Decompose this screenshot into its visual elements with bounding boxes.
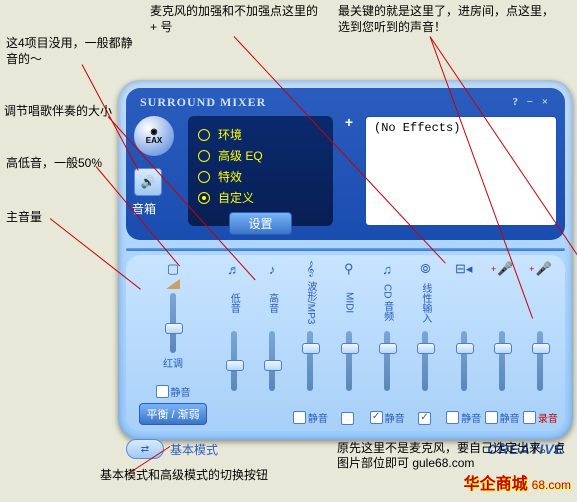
- slider-panel: ▢红调静音平衡 / 渐弱♬低音♪高音𝄞波形/MP3静音⚲MIDI♫CD 音频✓静…: [126, 255, 565, 431]
- mute-label: 静音: [385, 410, 405, 425]
- mute-checkbox[interactable]: ✓: [418, 412, 431, 425]
- channel-label: 红调: [163, 355, 183, 367]
- channel-label: CD 音频: [380, 279, 395, 327]
- channel-7: ⊟◂ 静音: [445, 261, 482, 425]
- channel-icon: ♬: [227, 261, 240, 277]
- channel-9: +🎤 录音: [522, 261, 559, 425]
- plus-icon[interactable]: +: [345, 114, 353, 130]
- mute-checkbox[interactable]: ✓: [370, 411, 383, 424]
- radio-adv-eq[interactable]: 高级 EQ: [198, 147, 323, 164]
- mute-label: 静音: [461, 410, 481, 425]
- window-title: SURROUND MIXER: [140, 95, 266, 110]
- annotation-mic-select: 原先这里不是麦克风，要自己选定出来。点图片部位即可 gule68.com: [337, 441, 567, 472]
- volume-slider[interactable]: [269, 331, 275, 391]
- annotation-key-rec: 最关键的就是这里了，进房间，点这里，选到您听到的声音！: [338, 4, 558, 35]
- channel-icon: ▢: [167, 261, 179, 277]
- channel-label: MIDI: [343, 279, 354, 327]
- volume-slider[interactable]: [384, 331, 390, 391]
- channel-icon: ⊟◂: [455, 261, 472, 277]
- channel-label: 低音: [226, 279, 241, 327]
- title-bar: SURROUND MIXER ? − ×: [126, 88, 565, 116]
- volume-slider[interactable]: [422, 331, 428, 391]
- volume-slider[interactable]: [170, 293, 176, 353]
- top-panel: SURROUND MIXER ? − × ◉EAX 🔊 音箱 + 环境 高级 E…: [126, 88, 565, 240]
- channel-label: 高音: [265, 279, 280, 327]
- mode-label: 基本模式: [170, 441, 218, 458]
- channel-5: ♫ CD 音频 ✓静音: [368, 261, 405, 425]
- radio-environment[interactable]: 环境: [198, 126, 323, 143]
- mute-checkbox[interactable]: [341, 412, 354, 425]
- channel-icon: ⚲: [344, 261, 354, 277]
- mute-label: 静音: [171, 384, 191, 399]
- channel-icon: ♫: [382, 261, 392, 277]
- mute-checkbox[interactable]: [446, 411, 459, 424]
- speaker-button[interactable]: 🔊: [134, 168, 162, 196]
- channel-label: 线性输入: [418, 279, 433, 327]
- speaker-label: 音箱: [132, 200, 156, 217]
- channel-4: ⚲ MIDI: [330, 261, 367, 425]
- channel-3: 𝄞 波形/MP3 静音: [292, 261, 329, 425]
- volume-slider[interactable]: [461, 331, 467, 391]
- mute-checkbox[interactable]: [485, 411, 498, 424]
- volume-icon: [166, 277, 180, 291]
- channel-6: ⦾ 线性输入 ✓: [407, 261, 444, 425]
- window-controls[interactable]: ? − ×: [512, 96, 551, 108]
- settings-button[interactable]: 设置: [229, 212, 291, 235]
- volume-slider[interactable]: [537, 331, 543, 391]
- volume-slider[interactable]: [307, 331, 313, 391]
- mute-label: 录音: [538, 410, 558, 425]
- channel-icon: ⦾: [420, 261, 430, 277]
- mute-checkbox[interactable]: [523, 411, 536, 424]
- eax-logo: ◉EAX: [134, 116, 174, 156]
- annotation-accompaniment: 调节唱歌伴奏的大小: [4, 104, 114, 120]
- channel-icon: +🎤: [491, 261, 513, 277]
- annotation-unused: 这4项目没用，一般都静音的～: [6, 36, 136, 67]
- surround-mixer-window: SURROUND MIXER ? − × ◉EAX 🔊 音箱 + 环境 高级 E…: [118, 80, 573, 440]
- watermark: 华企商城 68.com: [464, 470, 571, 494]
- env-options: 环境 高级 EQ 特效 自定义 设置: [188, 116, 333, 226]
- channel-icon: ♪: [269, 261, 276, 277]
- volume-slider[interactable]: [346, 331, 352, 391]
- channel-icon: +🎤: [529, 261, 551, 277]
- radio-effects[interactable]: 特效: [198, 168, 323, 185]
- volume-slider[interactable]: [499, 331, 505, 391]
- channel-1: ♬ 低音: [215, 261, 252, 425]
- annotation-treble-bass: 高低音，一般50%: [6, 156, 116, 172]
- radio-custom[interactable]: 自定义: [198, 189, 323, 206]
- channel-8: +🎤 静音: [483, 261, 520, 425]
- channel-2: ♪ 高音: [253, 261, 290, 425]
- mute-label: 静音: [500, 410, 520, 425]
- channel-icon: 𝄞: [307, 261, 315, 277]
- mute-label: 静音: [308, 410, 328, 425]
- annotation-master-vol: 主音量: [6, 210, 42, 226]
- balance-button[interactable]: 平衡 / 渐弱: [139, 403, 206, 425]
- mute-checkbox[interactable]: [156, 385, 169, 398]
- annotation-mode-switch: 基本模式和高级模式的切换按钮: [100, 468, 300, 484]
- mode-toggle[interactable]: ⇄: [126, 439, 164, 459]
- divider: [126, 248, 565, 251]
- effects-list[interactable]: (No Effects): [365, 116, 557, 226]
- annotation-mic-boost: 麦克风的加强和不加强点这里的 + 号: [150, 4, 320, 35]
- volume-slider[interactable]: [231, 331, 237, 391]
- mute-checkbox[interactable]: [293, 411, 306, 424]
- channel-0: ▢ 红调静音平衡 / 渐弱: [132, 261, 214, 425]
- channel-label: 波形/MP3: [303, 279, 318, 327]
